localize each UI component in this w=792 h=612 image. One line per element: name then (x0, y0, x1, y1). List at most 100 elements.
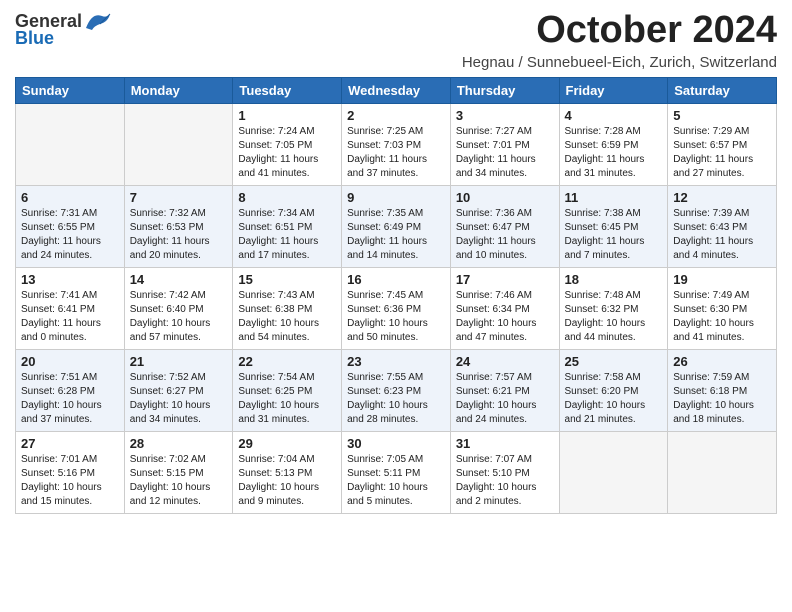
calendar-cell: 23 Sunrise: 7:55 AMSunset: 6:23 PMDayligh… (342, 349, 451, 431)
day-info: Sunrise: 7:41 AMSunset: 6:41 PMDaylight:… (21, 290, 101, 343)
calendar-cell: 20 Sunrise: 7:51 AMSunset: 6:28 PMDayligh… (16, 349, 125, 431)
calendar-cell: 25Sunrise: 7:58 AMSunset: 6:20 PMDayligh… (559, 349, 668, 431)
day-info: Sunrise: 7:27 AMSunset: 7:01 PMDaylight:… (456, 126, 536, 179)
day-number: 22 (238, 354, 336, 369)
calendar-cell (124, 103, 233, 185)
day-info: Sunrise: 7:58 AMSunset: 6:20 PMDaylight:… (565, 372, 646, 425)
day-info: Sunrise: 7:52 AMSunset: 6:27 PMDaylight:… (130, 372, 211, 425)
logo: General Blue (15, 10, 112, 49)
day-number: 2 (347, 108, 445, 123)
page-header: General Blue October 2024 Hegnau / Sunne… (15, 10, 777, 71)
day-info: Sunrise: 7:29 AMSunset: 6:57 PMDaylight:… (673, 126, 753, 179)
calendar-cell (559, 431, 668, 513)
day-info: Sunrise: 7:57 AMSunset: 6:21 PMDaylight:… (456, 372, 537, 425)
calendar-cell: 22 Sunrise: 7:54 AMSunset: 6:25 PMDayligh… (233, 349, 342, 431)
day-number: 30 (347, 436, 445, 451)
calendar-cell: 28 Sunrise: 7:02 AMSunset: 5:15 PMDayligh… (124, 431, 233, 513)
day-info: Sunrise: 7:34 AMSunset: 6:51 PMDaylight:… (238, 208, 318, 261)
month-title: October 2024 (462, 10, 777, 52)
calendar-cell: 21Sunrise: 7:52 AMSunset: 6:27 PMDayligh… (124, 349, 233, 431)
column-header-saturday: Saturday (668, 77, 777, 103)
calendar-cell: 2 Sunrise: 7:25 AMSunset: 7:03 PMDaylight… (342, 103, 451, 185)
calendar-cell: 27 Sunrise: 7:01 AMSunset: 5:16 PMDayligh… (16, 431, 125, 513)
day-info: Sunrise: 7:45 AMSunset: 6:36 PMDaylight:… (347, 290, 428, 343)
calendar-cell: 24 Sunrise: 7:57 AMSunset: 6:21 PMDayligh… (450, 349, 559, 431)
day-info: Sunrise: 7:24 AMSunset: 7:05 PMDaylight:… (238, 126, 318, 179)
calendar-week-row: 20 Sunrise: 7:51 AMSunset: 6:28 PMDayligh… (16, 349, 777, 431)
day-info: Sunrise: 7:28 AMSunset: 6:59 PMDaylight:… (565, 126, 645, 179)
calendar-cell: 12 Sunrise: 7:39 AMSunset: 6:43 PMDayligh… (668, 185, 777, 267)
calendar-cell: 16 Sunrise: 7:45 AMSunset: 6:36 PMDayligh… (342, 267, 451, 349)
day-number: 18 (565, 272, 663, 287)
day-number: 29 (238, 436, 336, 451)
calendar-cell: 13 Sunrise: 7:41 AMSunset: 6:41 PMDayligh… (16, 267, 125, 349)
calendar-cell: 19 Sunrise: 7:49 AMSunset: 6:30 PMDayligh… (668, 267, 777, 349)
day-number: 12 (673, 190, 771, 205)
location-subtitle: Hegnau / Sunnebueel-Eich, Zurich, Switze… (462, 54, 777, 71)
logo-bird-icon (84, 10, 112, 32)
day-number: 11 (565, 190, 663, 205)
column-header-wednesday: Wednesday (342, 77, 451, 103)
day-info: Sunrise: 7:05 AMSunset: 5:11 PMDaylight:… (347, 454, 428, 507)
calendar-cell: 4 Sunrise: 7:28 AMSunset: 6:59 PMDaylight… (559, 103, 668, 185)
day-number: 16 (347, 272, 445, 287)
day-number: 14 (130, 272, 228, 287)
day-info: Sunrise: 7:43 AMSunset: 6:38 PMDaylight:… (238, 290, 319, 343)
calendar-cell: 29 Sunrise: 7:04 AMSunset: 5:13 PMDayligh… (233, 431, 342, 513)
day-info: Sunrise: 7:36 AMSunset: 6:47 PMDaylight:… (456, 208, 536, 261)
day-number: 4 (565, 108, 663, 123)
day-number: 19 (673, 272, 771, 287)
day-info: Sunrise: 7:54 AMSunset: 6:25 PMDaylight:… (238, 372, 319, 425)
day-number: 10 (456, 190, 554, 205)
day-number: 5 (673, 108, 771, 123)
day-number: 24 (456, 354, 554, 369)
logo-blue-text: Blue (15, 28, 54, 49)
day-number: 7 (130, 190, 228, 205)
day-number: 20 (21, 354, 119, 369)
day-number: 13 (21, 272, 119, 287)
day-info: Sunrise: 7:01 AMSunset: 5:16 PMDaylight:… (21, 454, 102, 507)
column-header-thursday: Thursday (450, 77, 559, 103)
day-number: 28 (130, 436, 228, 451)
calendar-cell: 6Sunrise: 7:31 AMSunset: 6:55 PMDaylight… (16, 185, 125, 267)
calendar-cell: 17Sunrise: 7:46 AMSunset: 6:34 PMDayligh… (450, 267, 559, 349)
day-number: 1 (238, 108, 336, 123)
day-info: Sunrise: 7:02 AMSunset: 5:15 PMDaylight:… (130, 454, 211, 507)
calendar-week-row: 27 Sunrise: 7:01 AMSunset: 5:16 PMDayligh… (16, 431, 777, 513)
day-number: 17 (456, 272, 554, 287)
calendar-cell: 9 Sunrise: 7:35 AMSunset: 6:49 PMDaylight… (342, 185, 451, 267)
day-info: Sunrise: 7:25 AMSunset: 7:03 PMDaylight:… (347, 126, 427, 179)
day-info: Sunrise: 7:48 AMSunset: 6:32 PMDaylight:… (565, 290, 646, 343)
day-info: Sunrise: 7:51 AMSunset: 6:28 PMDaylight:… (21, 372, 102, 425)
day-info: Sunrise: 7:39 AMSunset: 6:43 PMDaylight:… (673, 208, 753, 261)
day-info: Sunrise: 7:59 AMSunset: 6:18 PMDaylight:… (673, 372, 754, 425)
day-info: Sunrise: 7:31 AMSunset: 6:55 PMDaylight:… (21, 208, 101, 261)
day-number: 9 (347, 190, 445, 205)
column-header-sunday: Sunday (16, 77, 125, 103)
day-info: Sunrise: 7:42 AMSunset: 6:40 PMDaylight:… (130, 290, 211, 343)
calendar-cell (668, 431, 777, 513)
day-number: 23 (347, 354, 445, 369)
calendar-cell: 7 Sunrise: 7:32 AMSunset: 6:53 PMDaylight… (124, 185, 233, 267)
column-header-friday: Friday (559, 77, 668, 103)
calendar-cell: 15Sunrise: 7:43 AMSunset: 6:38 PMDayligh… (233, 267, 342, 349)
calendar-header-row: SundayMondayTuesdayWednesdayThursdayFrid… (16, 77, 777, 103)
calendar-table: SundayMondayTuesdayWednesdayThursdayFrid… (15, 77, 777, 514)
day-number: 27 (21, 436, 119, 451)
calendar-week-row: 6Sunrise: 7:31 AMSunset: 6:55 PMDaylight… (16, 185, 777, 267)
day-info: Sunrise: 7:07 AMSunset: 5:10 PMDaylight:… (456, 454, 537, 507)
calendar-cell: 14 Sunrise: 7:42 AMSunset: 6:40 PMDayligh… (124, 267, 233, 349)
calendar-cell: 10 Sunrise: 7:36 AMSunset: 6:47 PMDayligh… (450, 185, 559, 267)
day-info: Sunrise: 7:04 AMSunset: 5:13 PMDaylight:… (238, 454, 319, 507)
calendar-cell: 8 Sunrise: 7:34 AMSunset: 6:51 PMDaylight… (233, 185, 342, 267)
day-number: 3 (456, 108, 554, 123)
day-info: Sunrise: 7:32 AMSunset: 6:53 PMDaylight:… (130, 208, 210, 261)
calendar-cell: 11Sunrise: 7:38 AMSunset: 6:45 PMDayligh… (559, 185, 668, 267)
day-info: Sunrise: 7:55 AMSunset: 6:23 PMDaylight:… (347, 372, 428, 425)
day-info: Sunrise: 7:49 AMSunset: 6:30 PMDaylight:… (673, 290, 754, 343)
calendar-week-row: 13 Sunrise: 7:41 AMSunset: 6:41 PMDayligh… (16, 267, 777, 349)
day-number: 8 (238, 190, 336, 205)
calendar-week-row: 1 Sunrise: 7:24 AMSunset: 7:05 PMDaylight… (16, 103, 777, 185)
day-info: Sunrise: 7:35 AMSunset: 6:49 PMDaylight:… (347, 208, 427, 261)
calendar-cell: 1 Sunrise: 7:24 AMSunset: 7:05 PMDaylight… (233, 103, 342, 185)
